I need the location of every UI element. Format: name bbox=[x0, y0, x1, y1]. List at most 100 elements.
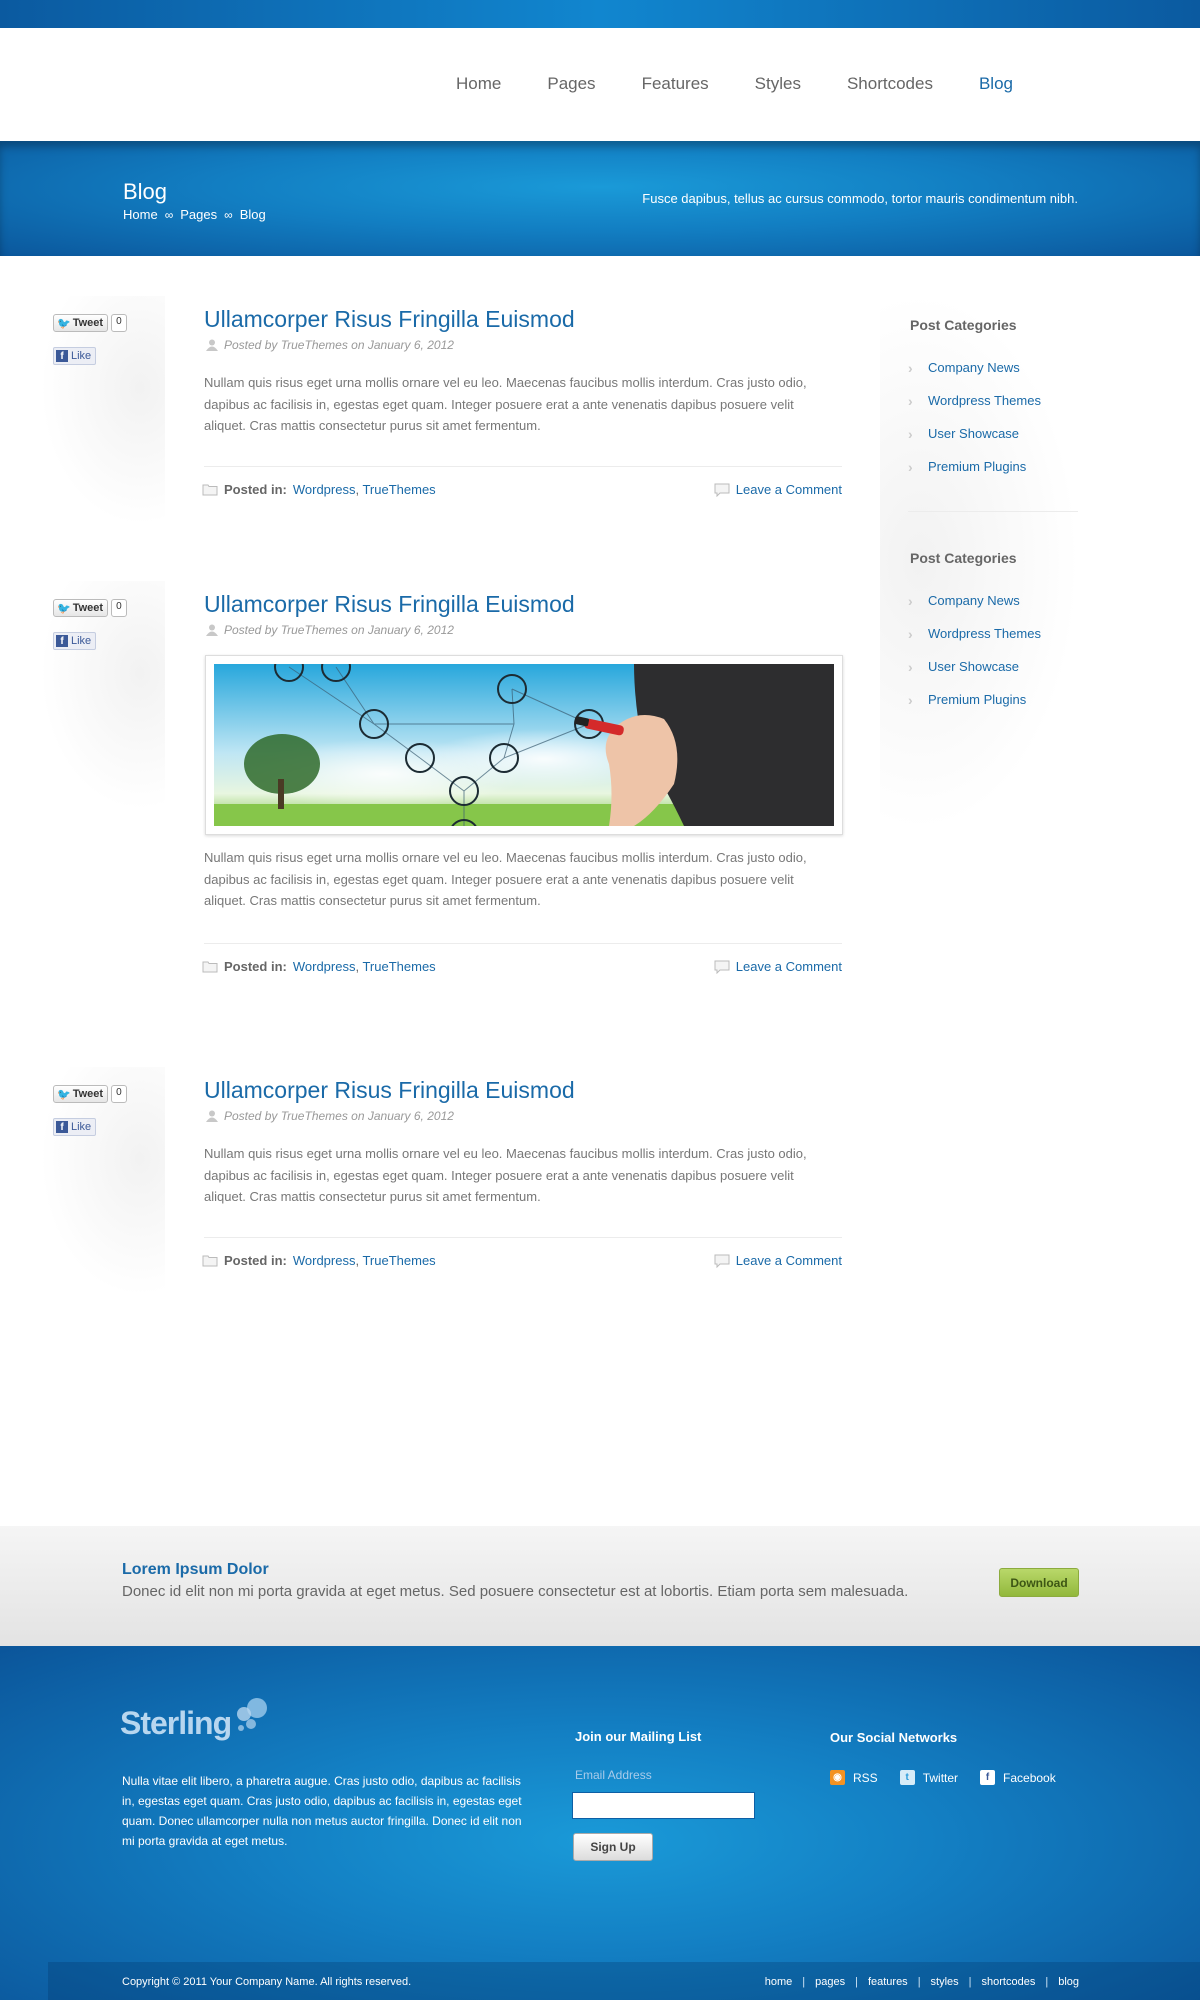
folder-icon bbox=[202, 961, 218, 973]
rss-icon: ◉ bbox=[830, 1770, 845, 1785]
post-featured-image[interactable] bbox=[205, 655, 843, 835]
divider bbox=[908, 511, 1078, 512]
category-item[interactable]: › Wordpress Themes bbox=[908, 617, 1041, 650]
share-column: 🐦 Tweet 0 f Like bbox=[40, 1067, 165, 1297]
category-link[interactable]: Wordpress Themes bbox=[928, 393, 1041, 408]
footer-nav-styles[interactable]: styles bbox=[931, 1976, 959, 1988]
like-label: Like bbox=[71, 635, 92, 647]
category-item[interactable]: › Premium Plugins bbox=[908, 683, 1041, 716]
call-to-action: Lorem Ipsum Dolor Donec id elit non mi p… bbox=[0, 1526, 1200, 1646]
category-link-wordpress[interactable]: Wordpress bbox=[293, 1253, 356, 1268]
chevron-right-icon: › bbox=[908, 392, 913, 409]
post-meta-text: Posted by TrueThemes on January 6, 2012 bbox=[224, 338, 454, 352]
tweet-button[interactable]: 🐦 Tweet bbox=[53, 314, 109, 332]
social-rss[interactable]: ◉ RSS bbox=[830, 1770, 878, 1785]
facebook-icon: f bbox=[56, 350, 68, 362]
mailing-list-title: Join our Mailing List bbox=[575, 1729, 702, 1744]
widget-title: Post Categories bbox=[910, 317, 1017, 333]
category-link[interactable]: Premium Plugins bbox=[928, 459, 1026, 474]
logo-droplets-icon bbox=[237, 1698, 268, 1731]
nav-styles[interactable]: Styles bbox=[755, 74, 801, 94]
posted-in-label: Posted in: bbox=[224, 1253, 287, 1268]
social-links: ◉ RSS t Twitter f Facebook bbox=[830, 1770, 1078, 1785]
category-list: › Company News › Wordpress Themes › User Sh… bbox=[908, 351, 1041, 483]
site-footer: Sterling Nulla vitae elit libero, a phar… bbox=[0, 1646, 1200, 2000]
like-button[interactable]: f Like bbox=[53, 1118, 97, 1136]
post-title[interactable]: Ullamcorper Risus Fringilla Euismod bbox=[204, 591, 575, 618]
leave-comment-link[interactable]: Leave a Comment bbox=[714, 1253, 842, 1268]
category-link[interactable]: Premium Plugins bbox=[928, 692, 1026, 707]
share-column: 🐦 Tweet 0 f Like bbox=[40, 296, 165, 526]
separator: | bbox=[802, 1976, 806, 1988]
post-title[interactable]: Ullamcorper Risus Fringilla Euismod bbox=[204, 306, 575, 333]
posted-in: Posted in: Wordpress, TrueThemes bbox=[202, 1253, 436, 1268]
category-link[interactable]: User Showcase bbox=[928, 426, 1019, 441]
category-link-truethemes[interactable]: TrueThemes bbox=[362, 959, 435, 974]
tweet-button[interactable]: 🐦 Tweet bbox=[53, 599, 109, 617]
facebook-icon: f bbox=[980, 1770, 996, 1785]
comment-icon bbox=[714, 483, 730, 497]
separator: | bbox=[968, 1976, 972, 1988]
category-item[interactable]: › Company News bbox=[908, 351, 1041, 384]
footer-nav-home[interactable]: home bbox=[765, 1976, 793, 1988]
download-button[interactable]: Download bbox=[999, 1568, 1079, 1597]
nav-pages[interactable]: Pages bbox=[547, 74, 595, 94]
footer-nav-pages[interactable]: pages bbox=[815, 1976, 845, 1988]
like-button[interactable]: f Like bbox=[53, 347, 97, 365]
category-link-truethemes[interactable]: TrueThemes bbox=[362, 1253, 435, 1268]
category-item[interactable]: › User Showcase bbox=[908, 650, 1041, 683]
post-meta: Posted by TrueThemes on January 6, 2012 bbox=[206, 338, 454, 352]
category-item[interactable]: › Wordpress Themes bbox=[908, 384, 1041, 417]
like-label: Like bbox=[71, 1121, 92, 1133]
social-title: Our Social Networks bbox=[830, 1730, 958, 1745]
category-link-wordpress[interactable]: Wordpress bbox=[293, 959, 356, 974]
tweet-count: 0 bbox=[111, 1085, 127, 1103]
category-link-truethemes[interactable]: TrueThemes bbox=[362, 482, 435, 497]
breadcrumb-pages[interactable]: Pages bbox=[180, 207, 217, 222]
nav-blog[interactable]: Blog bbox=[979, 74, 1013, 94]
post-excerpt: Nullam quis risus eget urna mollis ornar… bbox=[204, 375, 807, 433]
post-title[interactable]: Ullamcorper Risus Fringilla Euismod bbox=[204, 1077, 575, 1104]
posted-in: Posted in: Wordpress, TrueThemes bbox=[202, 482, 436, 497]
tweet-button[interactable]: 🐦 Tweet bbox=[53, 1085, 109, 1103]
nav-features[interactable]: Features bbox=[642, 74, 709, 94]
footer-nav-blog[interactable]: blog bbox=[1058, 1976, 1079, 1988]
breadcrumb-home[interactable]: Home bbox=[123, 207, 158, 222]
leave-comment-link[interactable]: Leave a Comment bbox=[714, 482, 842, 497]
category-link[interactable]: Company News bbox=[928, 593, 1020, 608]
social-facebook[interactable]: f Facebook bbox=[980, 1770, 1056, 1785]
chevron-right-icon: › bbox=[908, 425, 913, 442]
tweet-label: Tweet bbox=[72, 317, 104, 329]
email-input[interactable] bbox=[572, 1792, 755, 1819]
leave-comment-link[interactable]: Leave a Comment bbox=[714, 959, 842, 974]
facebook-icon: f bbox=[56, 635, 68, 647]
facebook-icon: f bbox=[56, 1121, 68, 1133]
twitter-bird-icon: 🐦 bbox=[57, 1088, 71, 1101]
signup-button[interactable]: Sign Up bbox=[573, 1833, 653, 1861]
page-banner: Blog Home ∞ Pages ∞ Blog Fusce dapibus, … bbox=[0, 141, 1200, 256]
top-accent-bar bbox=[0, 0, 1200, 28]
footer-nav-shortcodes[interactable]: shortcodes bbox=[982, 1976, 1036, 1988]
logo[interactable]: Sterling bbox=[120, 1694, 275, 1742]
social-twitter[interactable]: t Twitter bbox=[899, 1770, 958, 1785]
leave-comment-label: Leave a Comment bbox=[735, 959, 842, 974]
network-diagram-photo bbox=[214, 664, 834, 826]
like-button[interactable]: f Like bbox=[53, 632, 97, 650]
category-item[interactable]: › User Showcase bbox=[908, 417, 1041, 450]
category-link-wordpress[interactable]: Wordpress bbox=[293, 482, 356, 497]
category-item[interactable]: › Company News bbox=[908, 584, 1041, 617]
footer-nav-features[interactable]: features bbox=[868, 1976, 908, 1988]
banner-tagline: Fusce dapibus, tellus ac cursus commodo,… bbox=[642, 191, 1078, 206]
category-link[interactable]: Wordpress Themes bbox=[928, 626, 1041, 641]
post-footer: Posted in: Wordpress, TrueThemes Leave a… bbox=[202, 482, 842, 497]
leave-comment-label: Leave a Comment bbox=[735, 1253, 842, 1268]
nav-shortcodes[interactable]: Shortcodes bbox=[847, 74, 933, 94]
user-icon bbox=[206, 1110, 218, 1122]
chevron-right-icon: › bbox=[908, 625, 913, 642]
category-link[interactable]: Company News bbox=[928, 360, 1020, 375]
tweet-count: 0 bbox=[111, 599, 127, 617]
category-item[interactable]: › Premium Plugins bbox=[908, 450, 1041, 483]
category-link[interactable]: User Showcase bbox=[928, 659, 1019, 674]
nav-home[interactable]: Home bbox=[456, 74, 501, 94]
chevron-right-icon: › bbox=[908, 691, 913, 708]
